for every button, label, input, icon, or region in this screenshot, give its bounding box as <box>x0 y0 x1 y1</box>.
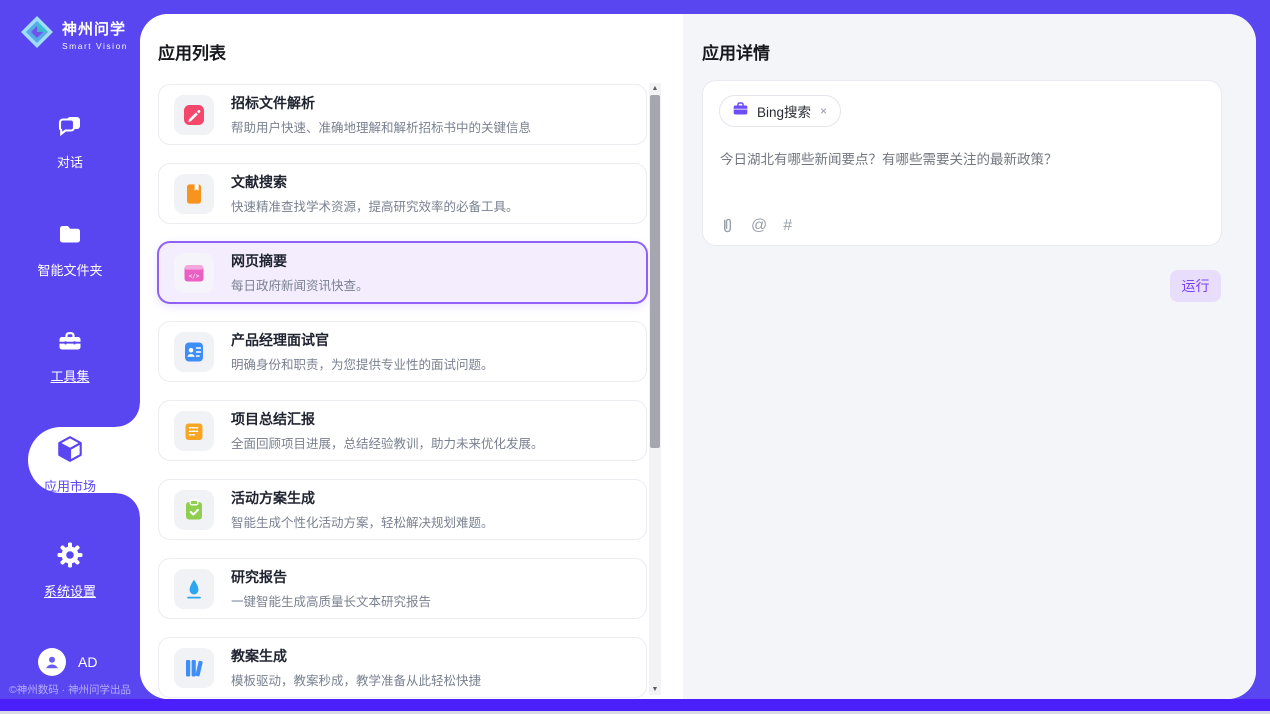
sidebar-item-label: 工具集 <box>50 366 89 385</box>
app-subtitle: Smart Vision <box>62 41 128 51</box>
sidebar-item-label: 系统设置 <box>44 581 96 600</box>
tool-tag-bing-search[interactable]: Bing搜索 × <box>719 95 841 127</box>
app-description: 每日政府新闻资讯快查。 <box>231 275 369 294</box>
copyright-text: ©神州数码 · 神州问学出品 <box>0 682 140 697</box>
bottom-accent-bar <box>0 699 1270 711</box>
app-card-list: 招标文件解析 帮助用户快速、准确地理解和解析招标书中的关键信息 文献搜索 快速精… <box>158 84 647 698</box>
sidebar-item-smart-folder[interactable]: 智能文件夹 <box>0 222 140 279</box>
user-account[interactable]: AD <box>38 648 97 676</box>
app-card[interactable]: </> 网页摘要 每日政府新闻资讯快查。 <box>158 242 647 303</box>
app-description: 快速精准查找学术资源，提高研究效率的必备工具。 <box>231 196 519 215</box>
logo: 神州问学 Smart Vision <box>18 13 128 56</box>
avatar <box>38 648 66 676</box>
app-name: 文献搜索 <box>231 172 519 192</box>
app-list-title: 应用列表 <box>158 39 226 64</box>
svg-text:</>: </> <box>189 272 200 279</box>
person-icon <box>42 652 62 672</box>
scroll-up-icon[interactable]: ▲ <box>649 83 661 94</box>
logo-diamond-icon <box>18 13 56 56</box>
scrollbar-thumb[interactable] <box>650 95 660 448</box>
browser-code-icon: </> <box>174 253 214 293</box>
app-title: 神州问学 <box>62 18 128 39</box>
sidebar-item-label: 对话 <box>57 152 83 171</box>
hash-icon[interactable]: # <box>783 218 792 234</box>
folder-icon <box>56 222 84 253</box>
app-description: 模板驱动，教案秒成，教学准备从此轻松快捷 <box>231 670 481 689</box>
clipboard-check-icon <box>174 490 214 530</box>
app-card[interactable]: 招标文件解析 帮助用户快速、准确地理解和解析招标书中的关键信息 <box>158 84 647 145</box>
toolbox-icon <box>56 328 84 359</box>
app-window: 神州问学 Smart Vision 对话 智能文件夹 <box>0 0 1270 714</box>
book-icon <box>174 174 214 214</box>
sidebar-item-chat[interactable]: 对话 <box>0 112 140 171</box>
run-button[interactable]: 运行 <box>1170 270 1221 302</box>
app-description: 全面回顾项目进展，总结经验教训，助力未来优化发展。 <box>231 433 544 452</box>
sidebar-item-label: 应用市场 <box>44 476 96 495</box>
tool-tag-label: Bing搜索 <box>757 101 811 121</box>
app-list-panel: 应用列表 招标文件解析 帮助用户快速、准确地理解和解析招标书中的关键信息 文献搜… <box>140 14 683 699</box>
app-card[interactable]: 项目总结汇报 全面回顾项目进展，总结经验教训，助力未来优化发展。 <box>158 400 647 461</box>
app-card[interactable]: 产品经理面试官 明确身份和职责，为您提供专业性的面试问题。 <box>158 321 647 382</box>
sidebar-item-app-market[interactable]: 应用市场 <box>0 434 140 495</box>
sidebar-item-label: 智能文件夹 <box>37 260 102 279</box>
close-icon[interactable]: × <box>819 104 828 118</box>
app-description: 明确身份和职责，为您提供专业性的面试问题。 <box>231 354 494 373</box>
edit-document-icon <box>174 95 214 135</box>
main-panel: 应用列表 招标文件解析 帮助用户快速、准确地理解和解析招标书中的关键信息 文献搜… <box>140 14 1256 699</box>
app-name: 活动方案生成 <box>231 488 494 508</box>
scroll-down-icon[interactable]: ▼ <box>649 684 661 695</box>
app-name: 网页摘要 <box>231 251 369 271</box>
app-card[interactable]: 教案生成 模板驱动，教案秒成，教学准备从此轻松快捷 <box>158 637 647 698</box>
app-name: 教案生成 <box>231 646 481 666</box>
app-name: 项目总结汇报 <box>231 409 544 429</box>
gear-icon <box>56 541 84 574</box>
app-detail-title: 应用详情 <box>702 39 770 64</box>
cube-icon <box>55 434 85 469</box>
prompt-input[interactable]: Bing搜索 × 今日湖北有哪些新闻要点？有哪些需要关注的最新政策？ @ # <box>702 80 1222 246</box>
interview-icon <box>174 332 214 372</box>
books-icon <box>174 648 214 688</box>
app-card[interactable]: 活动方案生成 智能生成个性化活动方案，轻松解决规划难题。 <box>158 479 647 540</box>
calendar-note-icon <box>174 411 214 451</box>
query-text[interactable]: 今日湖北有哪些新闻要点？有哪些需要关注的最新政策？ <box>720 151 1205 170</box>
briefcase-icon <box>732 100 749 122</box>
sidebar: 神州问学 Smart Vision 对话 智能文件夹 <box>0 0 140 714</box>
app-card[interactable]: 文献搜索 快速精准查找学术资源，提高研究效率的必备工具。 <box>158 163 647 224</box>
at-icon[interactable]: @ <box>751 218 767 234</box>
sidebar-item-settings[interactable]: 系统设置 <box>0 541 140 600</box>
chat-icon <box>56 112 84 145</box>
sidebar-item-toolset[interactable]: 工具集 <box>0 328 140 385</box>
app-description: 智能生成个性化活动方案，轻松解决规划难题。 <box>231 512 494 531</box>
paperclip-icon[interactable] <box>720 217 735 234</box>
user-name: AD <box>78 654 97 670</box>
scrollbar[interactable]: ▲ ▼ <box>649 83 661 695</box>
app-name: 研究报告 <box>231 567 431 587</box>
app-name: 招标文件解析 <box>231 93 531 113</box>
app-card[interactable]: 研究报告 一键智能生成高质量长文本研究报告 <box>158 558 647 619</box>
app-name: 产品经理面试官 <box>231 330 494 350</box>
composer-toolbar: @ # <box>720 217 792 234</box>
app-description: 一键智能生成高质量长文本研究报告 <box>231 591 431 610</box>
app-description: 帮助用户快速、准确地理解和解析招标书中的关键信息 <box>231 117 531 136</box>
app-detail-panel: 应用详情 Bing搜索 × 今日湖北有哪些新闻要点？有哪些需要关注的最新政策？ <box>683 14 1256 699</box>
ink-pen-icon <box>174 569 214 609</box>
